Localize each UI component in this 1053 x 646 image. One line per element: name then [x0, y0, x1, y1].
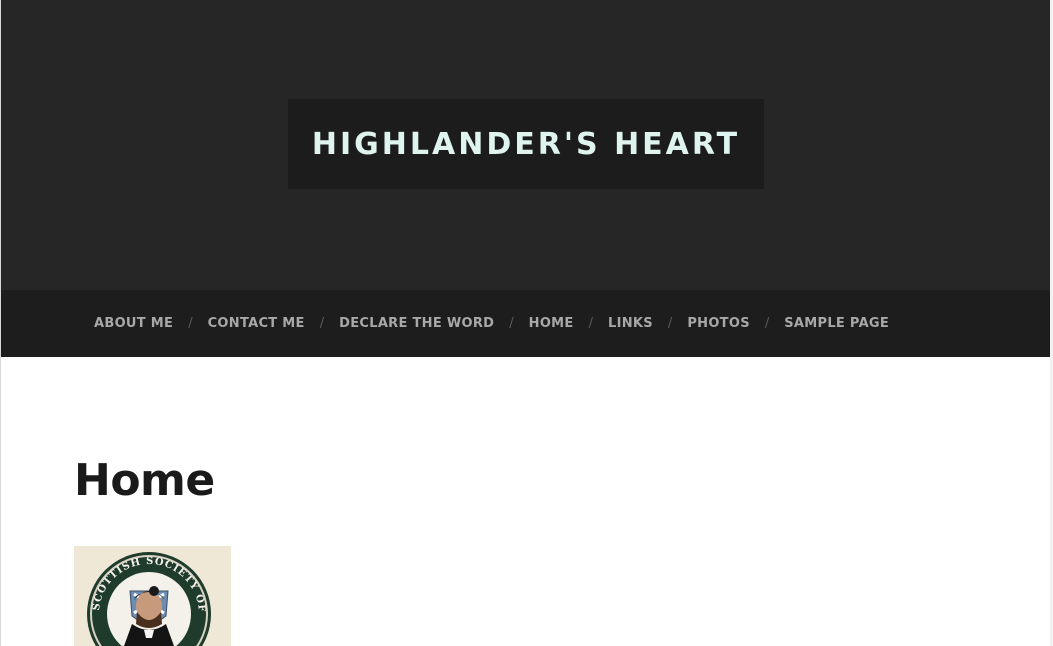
- nav-link-declare-the-word[interactable]: DECLARE THE WORD: [339, 316, 494, 331]
- nav-separator: /: [764, 316, 770, 331]
- nav-link-contact-me[interactable]: CONTACT ME: [208, 316, 305, 331]
- nav-link-links[interactable]: LINKS: [608, 316, 653, 331]
- nav-item-about-me: ABOUT ME /: [94, 316, 208, 331]
- nav-separator: /: [319, 316, 325, 331]
- featured-photo[interactable]: SCOTTISH SOCIETY OF NEBRASKA: [74, 546, 231, 646]
- nav-item-home: HOME /: [529, 316, 608, 331]
- nav-link-about-me[interactable]: ABOUT ME: [94, 316, 173, 331]
- main-content: Home: [74, 455, 215, 506]
- nav-item-sample-page: SAMPLE PAGE: [784, 316, 889, 331]
- nav-separator: /: [509, 316, 514, 331]
- nav-item-photos: PHOTOS /: [687, 316, 784, 331]
- page-title: Home: [74, 455, 215, 506]
- nav-link-photos[interactable]: PHOTOS: [687, 316, 750, 331]
- nav-separator: /: [188, 316, 193, 331]
- nav-item-links: LINKS /: [608, 316, 687, 331]
- nav-item-contact-me: CONTACT ME /: [208, 316, 340, 331]
- nav-link-sample-page[interactable]: SAMPLE PAGE: [784, 316, 889, 331]
- site-title-link[interactable]: HIGHLANDER'S HEART: [312, 127, 740, 162]
- nav-separator: /: [667, 316, 673, 331]
- main-navigation: ABOUT ME / CONTACT ME / DECLARE THE WORD…: [1, 290, 1050, 357]
- nav-item-declare-the-word: DECLARE THE WORD /: [339, 316, 529, 331]
- nav-list: ABOUT ME / CONTACT ME / DECLARE THE WORD…: [1, 316, 889, 331]
- scottish-society-seal-photo: SCOTTISH SOCIETY OF NEBRASKA: [74, 546, 231, 646]
- site-header: HIGHLANDER'S HEART: [1, 0, 1050, 290]
- site-title-box: HIGHLANDER'S HEART: [288, 99, 764, 189]
- nav-link-home[interactable]: HOME: [529, 316, 574, 331]
- nav-separator: /: [588, 316, 593, 331]
